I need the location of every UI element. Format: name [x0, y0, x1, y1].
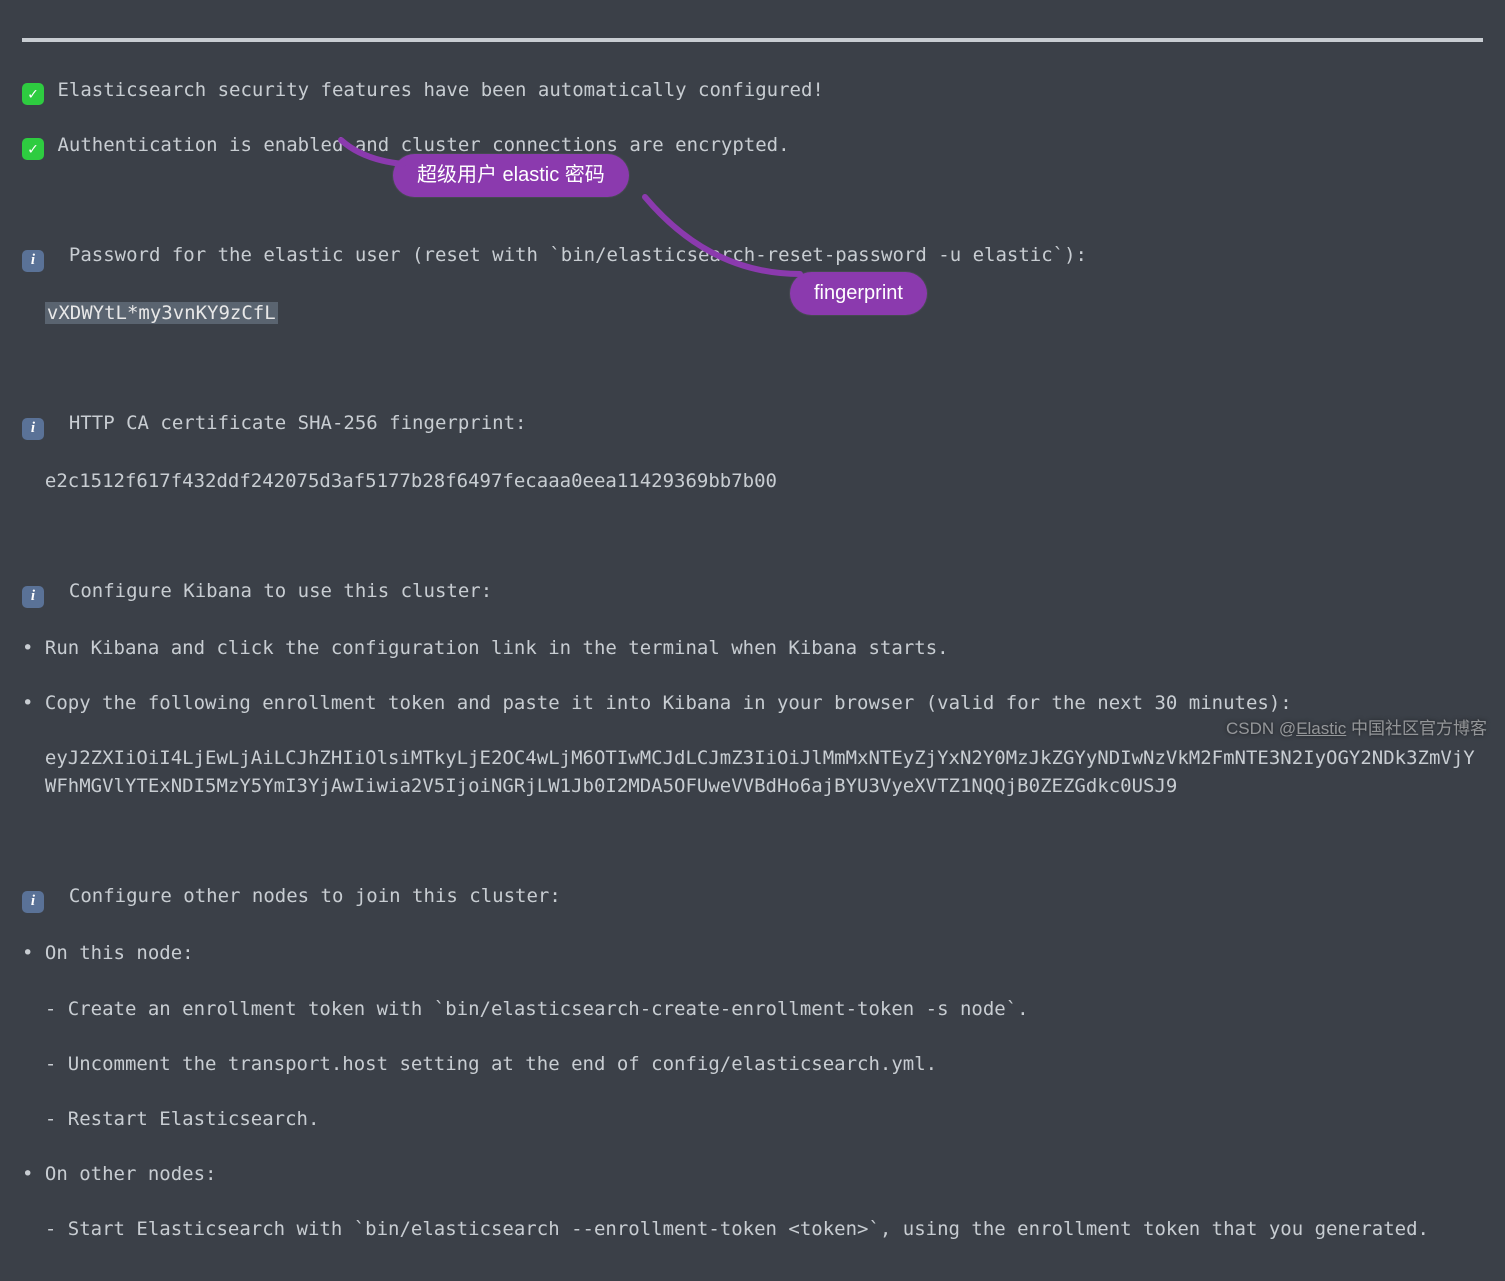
kibana-info-line: i Configure Kibana to use this cluster:: [22, 578, 1483, 608]
annotation-fingerprint: fingerprint: [790, 272, 927, 315]
on-this-node: • On this node:: [22, 940, 1483, 968]
annotation-arrow-icon: [650, 232, 810, 287]
this-node-step-1: - Create an enrollment token with `bin/e…: [22, 996, 1483, 1024]
annotation-fingerprint-label: fingerprint: [814, 282, 903, 304]
info-icon: i: [22, 250, 44, 272]
annotation-password-label: 超级用户 elastic 密码: [417, 164, 605, 186]
security-configured-line: ✓ Elasticsearch security features have b…: [22, 77, 1483, 105]
auth-enabled-text: Authentication is enabled and cluster co…: [57, 134, 789, 156]
ca-fingerprint-value: e2c1512f617f432ddf242075d3af5177b28f6497…: [22, 468, 1483, 496]
enrollment-token-value: eyJ2ZXIiOiI4LjEwLjAiLCJhZHIiOlsiMTkyLjE2…: [22, 745, 1483, 800]
this-node-step-3: - Restart Elasticsearch.: [22, 1106, 1483, 1134]
elastic-password-value: vXDWYtL*my3vnKY9zCfL: [45, 302, 278, 324]
annotation-password: 超级用户 elastic 密码: [393, 154, 629, 197]
ca-info-label: HTTP CA certificate SHA-256 fingerprint:: [69, 412, 527, 434]
terminal-output: ✓ Elasticsearch security features have b…: [0, 0, 1505, 1281]
nodes-info-line: i Configure other nodes to join this clu…: [22, 883, 1483, 913]
ca-info-line: i HTTP CA certificate SHA-256 fingerprin…: [22, 410, 1483, 440]
check-icon: ✓: [22, 138, 44, 160]
security-configured-text: Elasticsearch security features have bee…: [57, 79, 823, 101]
info-icon: i: [22, 891, 44, 913]
kibana-step-1: • Run Kibana and click the configuration…: [22, 635, 1483, 663]
check-icon: ✓: [22, 83, 44, 105]
password-info-label: Password for the elastic user (reset wit…: [69, 244, 1087, 266]
on-other-nodes: • On other nodes:: [22, 1161, 1483, 1189]
kibana-info-label: Configure Kibana to use this cluster:: [69, 580, 492, 602]
annotation-arrow-icon: [343, 146, 413, 176]
separator-rule: [22, 38, 1483, 42]
nodes-info-label: Configure other nodes to join this clust…: [69, 885, 561, 907]
other-nodes-step-1: - Start Elasticsearch with `bin/elastics…: [22, 1216, 1483, 1244]
kibana-step-2: • Copy the following enrollment token an…: [22, 690, 1483, 718]
password-value-line: vXDWYtL*my3vnKY9zCfL: [22, 300, 1483, 328]
this-node-step-2: - Uncomment the transport.host setting a…: [22, 1051, 1483, 1079]
info-icon: i: [22, 586, 44, 608]
auth-enabled-line: ✓ Authentication is enabled and cluster …: [22, 132, 1483, 160]
info-icon: i: [22, 418, 44, 440]
